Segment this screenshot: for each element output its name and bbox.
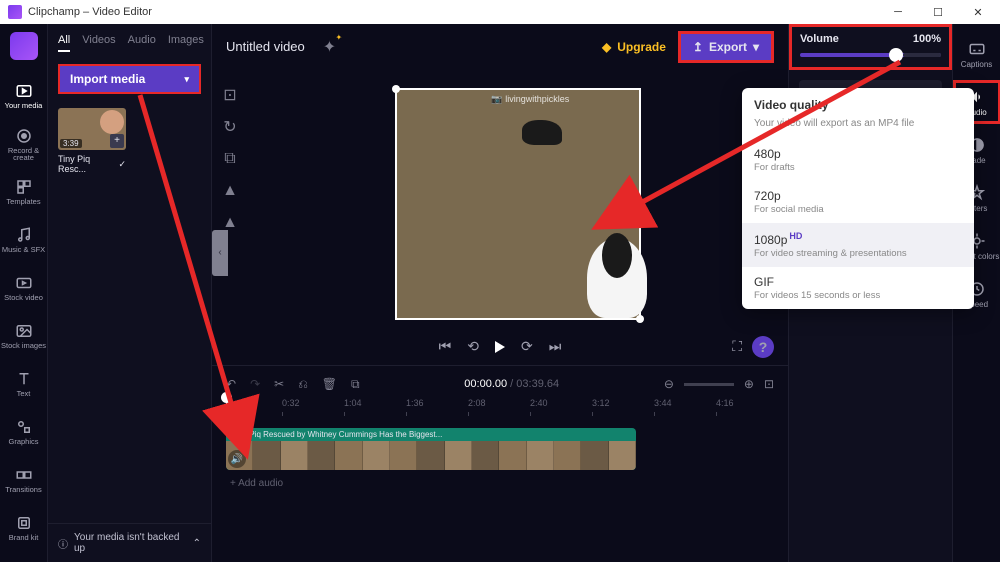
- zoom-in-icon[interactable]: ⊕: [744, 377, 754, 391]
- tab-images[interactable]: Images: [168, 34, 204, 52]
- redo-icon[interactable]: ↷: [250, 377, 260, 391]
- project-title[interactable]: Untitled video: [226, 39, 305, 54]
- rewind-icon[interactable]: ⟲: [467, 338, 479, 355]
- sidebar-item-graphics[interactable]: Graphics: [0, 410, 48, 454]
- tab-all[interactable]: All: [58, 34, 70, 52]
- preview-tools: ⊡ ↻ ⧉ ▲ ▲: [212, 70, 248, 328]
- window-maximize-button[interactable]: ☐: [918, 0, 958, 24]
- sidebar-item-brand-kit[interactable]: Brand kit: [0, 506, 48, 550]
- left-sidebar: Your media Record & create Templates Mus…: [0, 24, 48, 562]
- timecode: 00:00.00 / 03:39.64: [374, 378, 650, 390]
- flip-icon[interactable]: ▲: [221, 182, 239, 200]
- sidebar-item-music[interactable]: Music & SFX: [0, 218, 48, 262]
- preview-canvas[interactable]: 📷livingwithpickles: [395, 88, 641, 320]
- media-thumbnail[interactable]: 3:39 + Tiny Piq Resc...✓: [58, 108, 126, 174]
- timeline: ↶ ↷ ✂ ⎌ 🗑 ⧉ 00:00.00 / 03:39.64 ⊖ ⊕ ⊡ 0:…: [212, 365, 788, 562]
- tab-audio[interactable]: Audio: [128, 34, 156, 52]
- media-panel: All Videos Audio Images Import media ▾ 3…: [48, 24, 212, 562]
- clip-thumbnails: [226, 441, 636, 470]
- app-logo-icon: [8, 5, 22, 19]
- window-close-button[interactable]: ✕: [958, 0, 998, 24]
- video-content-placeholder: [522, 120, 562, 145]
- add-audio-track[interactable]: + Add audio: [230, 478, 283, 489]
- check-icon: ✓: [118, 159, 126, 170]
- sidebar-item-transitions[interactable]: Transitions: [0, 458, 48, 502]
- info-icon: ⓘ: [58, 536, 68, 551]
- forward-icon[interactable]: ⟳: [521, 338, 533, 355]
- rightbar-item-captions[interactable]: Captions: [953, 32, 1000, 76]
- quality-option-480p[interactable]: 480pFor drafts: [742, 139, 974, 181]
- crop-icon[interactable]: ⊡: [221, 86, 239, 104]
- sidebar-item-stock-video[interactable]: Stock video: [0, 266, 48, 310]
- clipchamp-logo-icon[interactable]: [10, 32, 38, 60]
- skip-end-icon[interactable]: ⏭: [549, 338, 562, 355]
- chevron-up-icon: ⌃: [193, 538, 201, 549]
- flip2-icon[interactable]: ▲: [221, 214, 239, 232]
- import-media-button[interactable]: Import media ▾: [58, 64, 201, 94]
- rotate-icon[interactable]: ↻: [221, 118, 239, 136]
- thumbnail-add-icon[interactable]: +: [110, 134, 124, 148]
- volume-value: 100%: [913, 33, 941, 45]
- timeline-clip[interactable]: ...ny Piq Rescued by Whitney Cummings Ha…: [226, 428, 636, 470]
- titlebar: Clipchamp – Video Editor ─ ☐ ✕: [0, 0, 1000, 24]
- skip-start-icon[interactable]: ⏮: [439, 338, 452, 355]
- timeline-ruler[interactable]: 0:32 1:04 1:36 2:08 2:40 3:12 3:44 4:16: [226, 398, 774, 418]
- upgrade-button[interactable]: ◆Upgrade: [602, 40, 666, 54]
- split-icon[interactable]: ⎌: [298, 377, 308, 392]
- chevron-down-icon: ▾: [184, 74, 189, 85]
- help-icon[interactable]: ?: [752, 336, 774, 358]
- volume-label: Volume: [800, 33, 839, 45]
- export-quality-dropdown: Video quality Your video will export as …: [742, 88, 974, 309]
- quality-option-gif[interactable]: GIFFor videos 15 seconds or less: [742, 267, 974, 309]
- tab-videos[interactable]: Videos: [82, 34, 115, 52]
- resize-handle[interactable]: [636, 315, 644, 323]
- duplicate-icon[interactable]: ⧉: [351, 377, 360, 392]
- playhead[interactable]: [226, 398, 227, 418]
- backup-warning[interactable]: ⓘ Your media isn't backed up ⌃: [48, 523, 211, 562]
- zoom-out-icon[interactable]: ⊖: [664, 377, 674, 391]
- cut-icon[interactable]: ✂: [274, 377, 284, 391]
- diamond-icon: ◆: [602, 40, 611, 54]
- sidebar-item-your-media[interactable]: Your media: [0, 74, 48, 118]
- quality-option-1080p[interactable]: 1080pHDFor video streaming & presentatio…: [742, 223, 974, 267]
- sidebar-item-templates[interactable]: Templates: [0, 170, 48, 214]
- sidebar-item-stock-images[interactable]: Stock images: [0, 314, 48, 358]
- delete-icon[interactable]: 🗑: [322, 377, 337, 391]
- video-content-placeholder: [587, 238, 647, 318]
- resize-handle[interactable]: [392, 85, 400, 93]
- chevron-down-icon: ▾: [753, 40, 759, 54]
- fit-icon[interactable]: ⊡: [764, 377, 774, 391]
- zoom-slider[interactable]: [684, 383, 734, 386]
- video-username-tag: 📷livingwithpickles: [491, 94, 569, 105]
- thumbnail-duration: 3:39: [60, 139, 82, 148]
- slider-thumb[interactable]: [889, 48, 903, 62]
- volume-slider[interactable]: [800, 53, 941, 57]
- undo-icon[interactable]: ↶: [226, 377, 236, 391]
- pip-icon[interactable]: ⧉: [221, 150, 239, 168]
- window-minimize-button[interactable]: ─: [878, 0, 918, 24]
- fullscreen-icon[interactable]: ⛶: [732, 338, 742, 355]
- magic-wand-icon[interactable]: ✦: [323, 37, 336, 57]
- playback-controls: ⏮ ⟲ ⟳ ⏭ ⛶ ?: [212, 328, 788, 366]
- play-button[interactable]: [495, 341, 505, 353]
- panel-collapse-left[interactable]: ‹: [212, 230, 228, 276]
- app-title: Clipchamp – Video Editor: [28, 6, 152, 18]
- export-button[interactable]: ↥Export▾: [678, 31, 774, 63]
- sidebar-item-text[interactable]: Text: [0, 362, 48, 406]
- sidebar-item-record[interactable]: Record & create: [0, 122, 48, 166]
- upload-icon: ↥: [693, 40, 703, 54]
- quality-option-720p[interactable]: 720pFor social media: [742, 181, 974, 223]
